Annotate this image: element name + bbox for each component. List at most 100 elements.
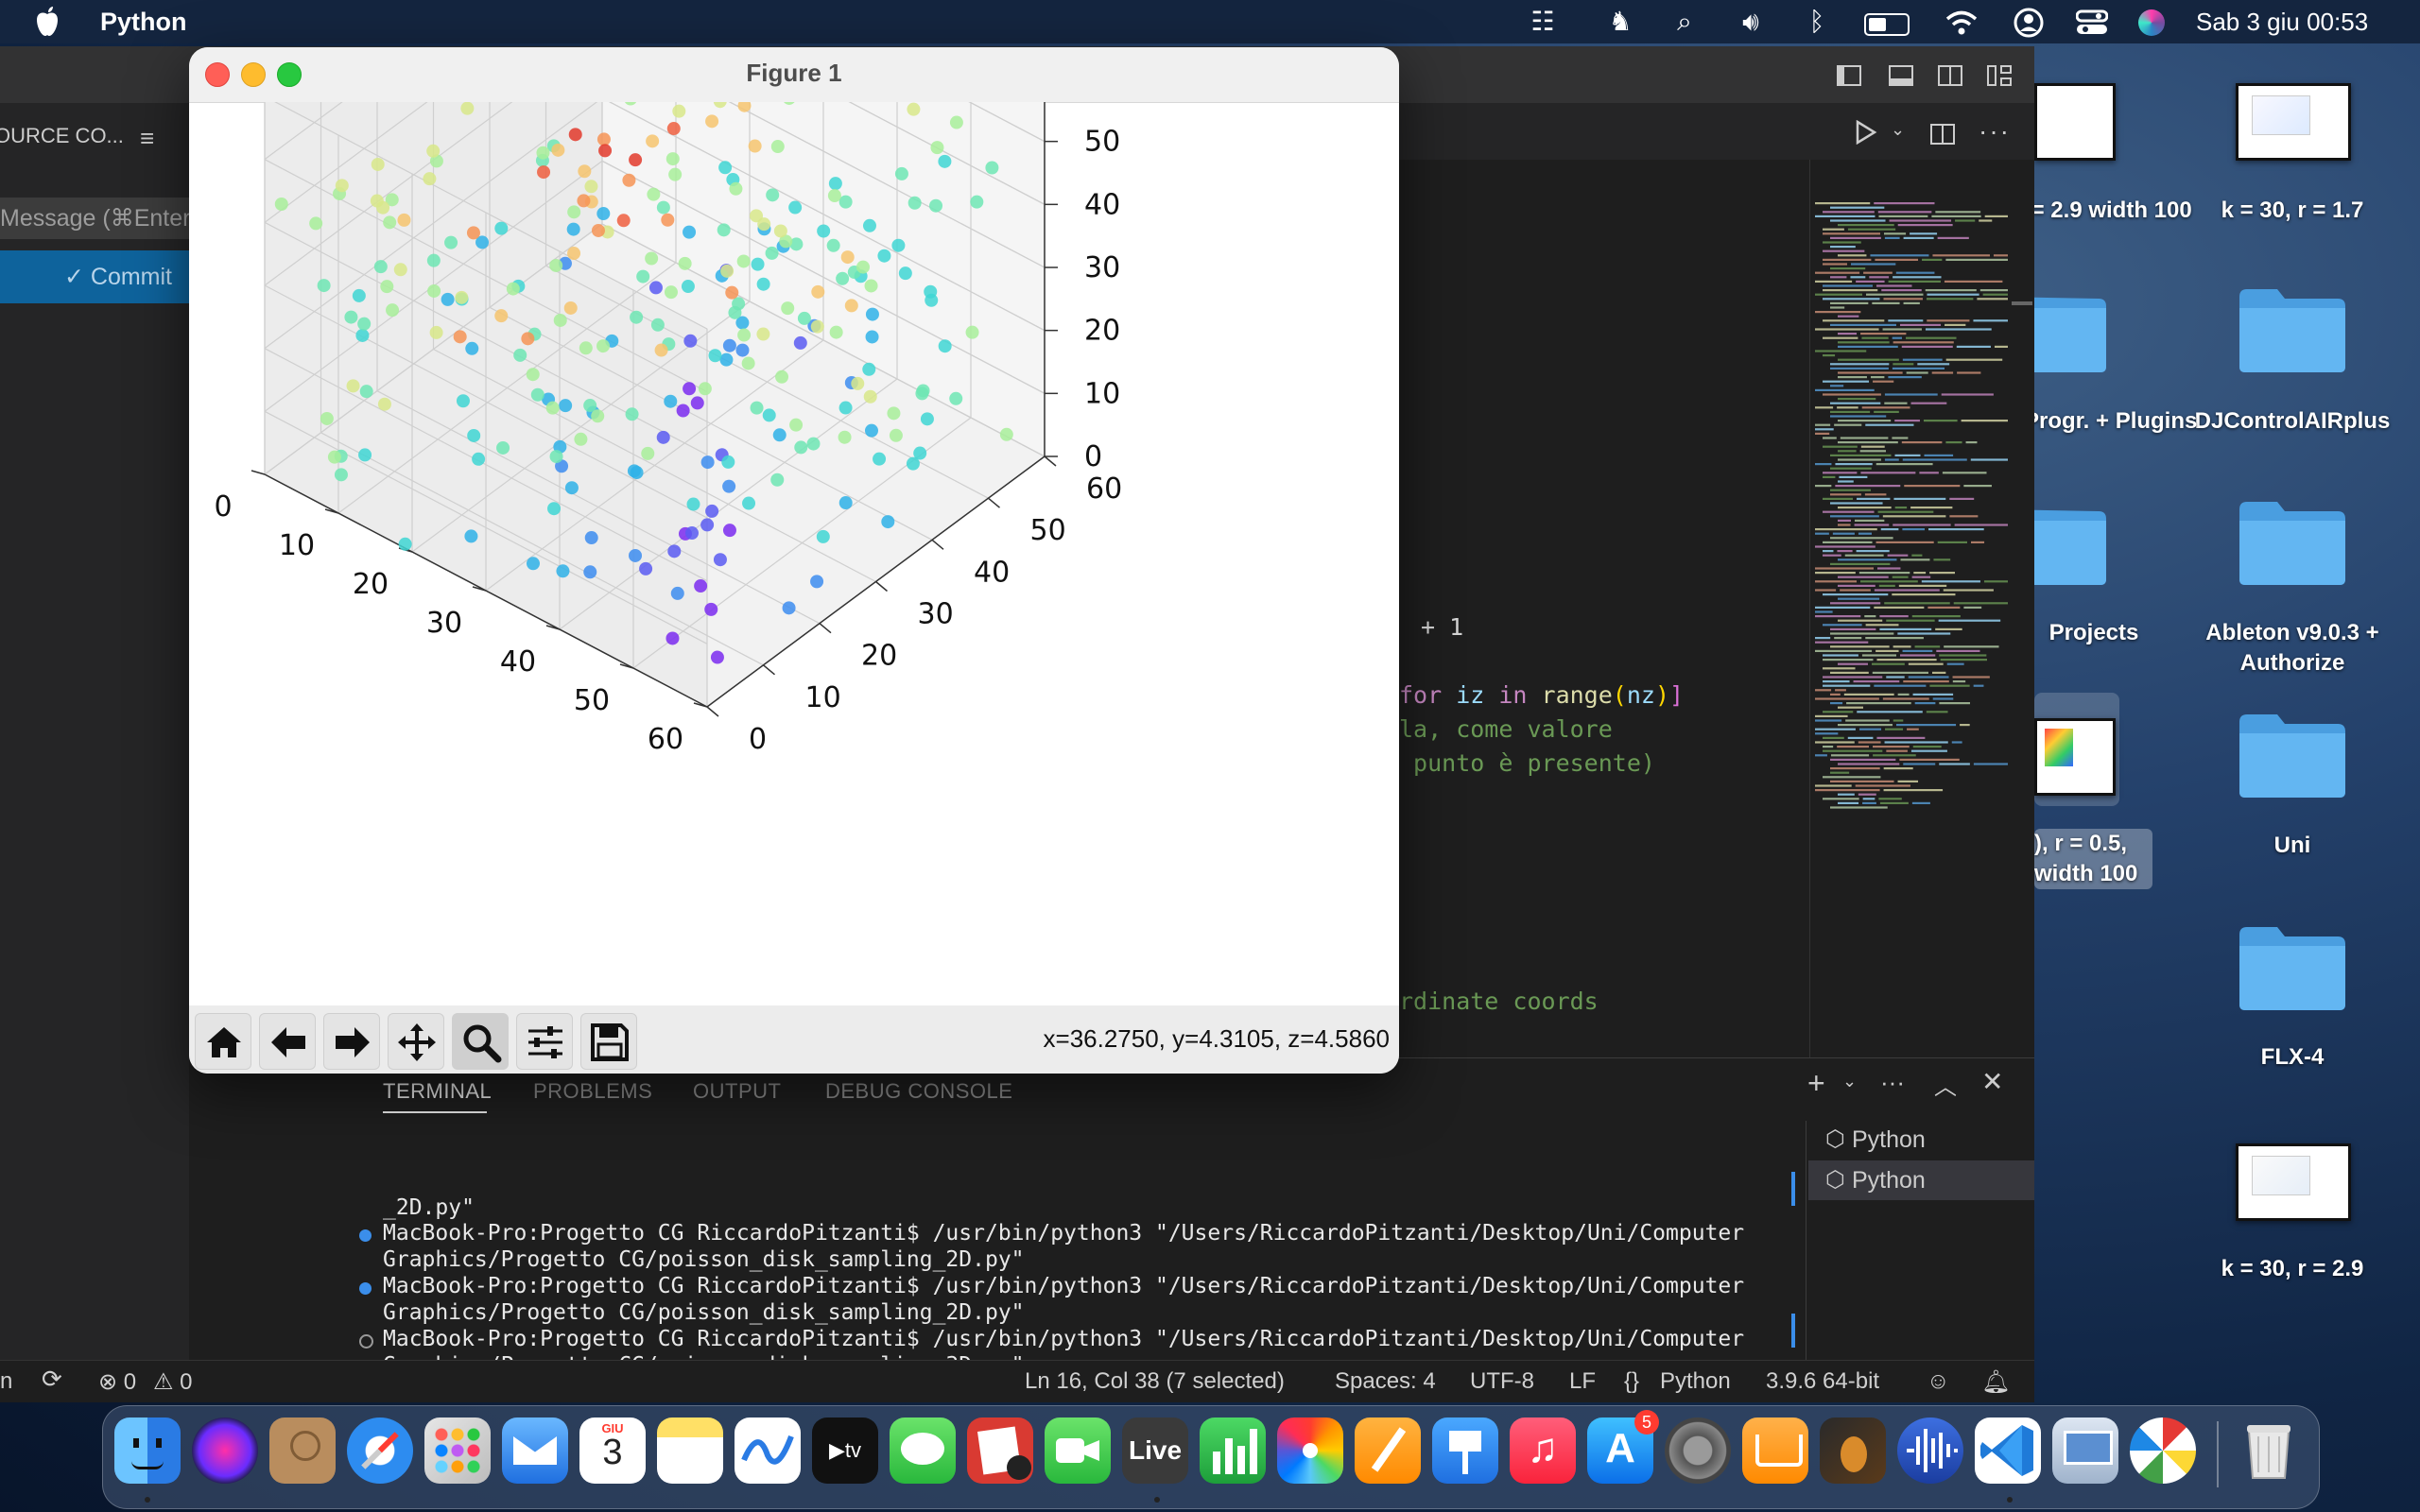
desktop-item-label[interactable]: ), r = 0.5, width 100 [2034,829,2152,889]
dock-books-icon[interactable] [1742,1418,1808,1484]
status-cursor-position[interactable]: Ln 16, Col 38 (7 selected) [1025,1368,1285,1395]
dock-finder-icon[interactable] [114,1418,181,1484]
dock-launchpad-icon[interactable] [424,1418,491,1484]
dock-siri-icon[interactable] [192,1418,258,1484]
desktop-item-label[interactable]: k = 30, r = 2.9 [2184,1254,2401,1284]
dock-garageband-icon[interactable] [1820,1418,1886,1484]
chevron-down-icon[interactable]: ⌄ [1891,120,1905,140]
siri-icon[interactable] [2138,9,2165,36]
sync-icon[interactable]: ⟳ [42,1365,62,1394]
code-line[interactable]: for iz in range(nz)] [1399,681,1684,709]
folder-icon[interactable] [2236,921,2349,1012]
dock-vscode-icon[interactable] [1975,1418,2041,1484]
dock-contacts-icon[interactable] [269,1418,336,1484]
active-app-name[interactable]: Python [100,8,187,37]
dock-keynote-icon[interactable] [1432,1418,1498,1484]
status-encoding[interactable]: UTF-8 [1470,1368,1534,1395]
desktop-item-label[interactable]: DJControlAIRplus [2184,406,2401,437]
dock-trash-icon[interactable] [2236,1418,2302,1484]
terminal-line[interactable]: Graphics/Progetto CG/poisson_disk_sampli… [383,1247,1025,1272]
dock-calendar-icon[interactable]: GIU 3 [579,1418,646,1484]
command-running-icon[interactable] [359,1334,373,1349]
code-line[interactable]: + 1 [1407,613,1463,641]
command-success-icon[interactable] [359,1282,372,1295]
maximize-panel-icon[interactable]: ︿ [1934,1068,1957,1101]
close-panel-icon[interactable]: ✕ [1981,1066,2003,1097]
scatter-3d-plot[interactable]: 000101010202020303030404040505050606060 [189,102,1399,1005]
braces-icon[interactable]: {} [1624,1368,1639,1395]
folder-icon[interactable] [2034,284,2110,374]
desktop-item-label[interactable]: k = 30, r = 1.7 [2184,196,2401,226]
folder-icon[interactable] [2236,284,2349,374]
code-comment[interactable]: punto è presente) [1399,749,1655,777]
status-indentation[interactable]: Spaces: 4 [1335,1368,1436,1395]
battery-icon[interactable] [1864,13,1910,36]
terminal-instance-python[interactable]: ⬡ Python [1808,1160,2034,1200]
folder-icon[interactable] [2236,496,2349,587]
volume-icon[interactable]: 🔊︎ [1735,6,1767,38]
new-terminal-icon[interactable]: + [1807,1066,1825,1101]
scrollbar-thumb[interactable] [2012,301,2032,305]
screenshot-thumbnail[interactable] [2236,1143,2351,1221]
commit-button[interactable]: ✓ Commit [0,250,189,303]
view-as-list-icon[interactable]: ≡ [140,124,154,153]
terminal-line[interactable]: MacBook-Pro:Progetto CG RiccardoPitzanti… [383,1221,1744,1246]
dock-ableton-live-icon[interactable]: Live [1122,1418,1188,1484]
home-button[interactable] [195,1013,251,1070]
more-actions-icon[interactable]: ··· [1979,116,2011,146]
dock-facetime-icon[interactable] [1045,1418,1111,1484]
save-button[interactable] [580,1013,637,1070]
user-icon[interactable] [2014,8,2044,38]
chevron-down-icon[interactable]: ⌄ [1842,1072,1857,1091]
status-language[interactable]: Python [1660,1368,1731,1395]
elephant-icon[interactable]: ♞ [1604,6,1636,38]
minimap[interactable] [1809,202,2008,1147]
terminal-instance-python[interactable]: ⬡ Python [1808,1121,2034,1159]
dock-preview-icon[interactable] [2052,1418,2118,1484]
folder-icon[interactable] [2034,496,2110,587]
configure-subplots-button[interactable] [516,1013,573,1070]
commit-message-input[interactable]: Message (⌘Enter [0,198,189,239]
tab-terminal[interactable]: TERMINAL [383,1079,492,1104]
terminal-line[interactable]: MacBook-Pro:Progetto CG RiccardoPitzanti… [383,1274,1744,1298]
code-comment[interactable]: rdinate coords [1399,988,1599,1015]
pan-button[interactable] [388,1013,444,1070]
folder-icon[interactable] [2236,709,2349,799]
toggle-sidebar-icon[interactable] [1837,65,1861,86]
desktop-item-label[interactable]: Uni [2184,831,2401,861]
code-comment[interactable]: la, come valore [1399,715,1613,743]
more-actions-icon[interactable]: ··· [1880,1068,1905,1097]
dock-photos-icon[interactable] [1277,1418,1343,1484]
desktop-item-label[interactable]: FLX-4 [2184,1042,2401,1073]
status-warnings[interactable]: ⚠ 0 [153,1368,193,1396]
desktop-item-label[interactable]: Ableton v9.0.3 + Authorize [2184,618,2401,679]
tab-problems[interactable]: PROBLEMS [533,1079,652,1104]
command-success-icon[interactable] [359,1229,372,1242]
search-icon[interactable]: ⌕ [1668,6,1701,38]
zoom-button[interactable] [452,1013,509,1070]
dock-freeform-icon[interactable] [735,1418,801,1484]
dock-audio-app-icon[interactable] [1897,1418,1963,1484]
screenshot-thumbnail[interactable] [2236,83,2351,161]
run-icon[interactable] [1855,120,1877,145]
apple-icon[interactable] [34,6,60,38]
screenshot-thumbnail[interactable] [2034,718,2116,796]
dock-app-store-icon[interactable]: A 5 [1587,1410,1659,1484]
spaces-icon[interactable]: ☷ [1527,6,1559,38]
dock-pages-icon[interactable] [1355,1418,1421,1484]
status-branch[interactable]: n [0,1368,12,1395]
terminal-line[interactable]: MacBook-Pro:Progetto CG RiccardoPitzanti… [383,1327,1744,1351]
dock-photo-booth-icon[interactable] [967,1418,1033,1484]
forward-button[interactable] [323,1013,380,1070]
dock-color-wheel-icon[interactable] [2130,1418,2196,1484]
status-eol[interactable]: LF [1569,1368,1596,1395]
dock-numbers-icon[interactable] [1200,1418,1266,1484]
figure-titlebar[interactable]: Figure 1 [189,47,1399,103]
dock-safari-icon[interactable] [347,1418,413,1484]
wifi-icon[interactable] [1945,9,1978,36]
customize-layout-icon[interactable] [1987,65,2012,86]
split-editor-icon[interactable] [1930,124,1955,145]
bluetooth-icon[interactable]: ᛒ [1801,6,1833,38]
screenshot-thumbnail[interactable] [2034,83,2116,161]
menubar-clock[interactable]: Sab 3 giu 00:53 [2196,8,2368,37]
